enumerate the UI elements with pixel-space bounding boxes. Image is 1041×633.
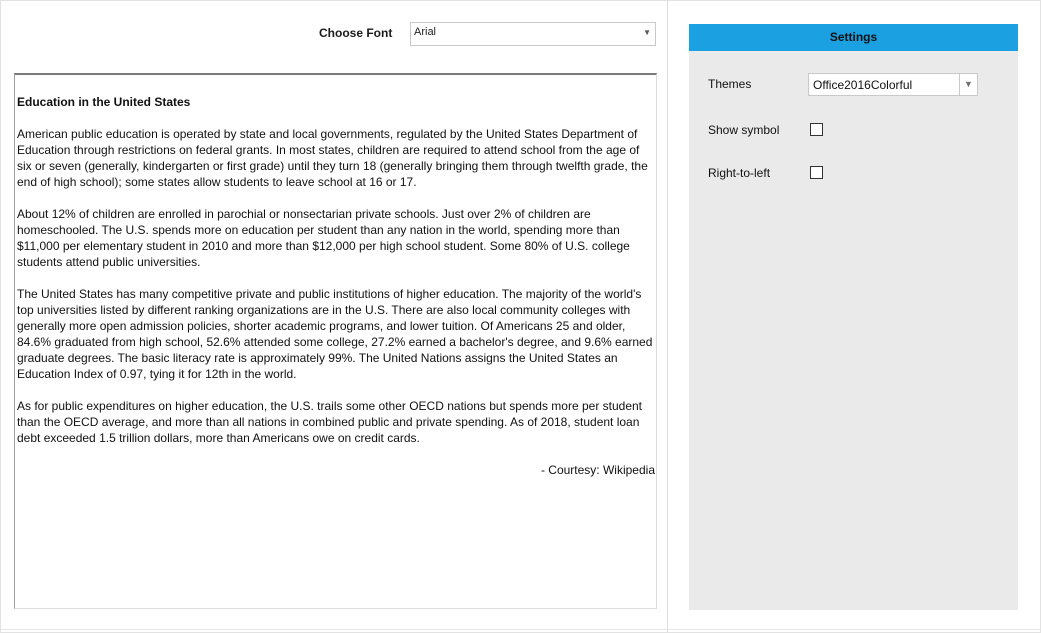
themes-label: Themes xyxy=(708,77,752,91)
document-title: Education in the United States xyxy=(17,95,191,109)
show-symbol-checkbox[interactable] xyxy=(810,123,823,136)
document-paragraph: The United States has many competitive p… xyxy=(17,287,653,381)
settings-header: Settings xyxy=(689,24,1018,51)
chevron-down-icon[interactable]: ▼ xyxy=(643,28,651,37)
themes-combobox-value: Office2016Colorful xyxy=(813,78,913,92)
rich-text-content: Education in the United States American … xyxy=(17,94,655,478)
right-to-left-label: Right-to-left xyxy=(708,166,771,180)
triangle-down-icon[interactable]: ▼ xyxy=(959,74,977,95)
pane-divider xyxy=(667,1,668,632)
show-symbol-label: Show symbol xyxy=(708,123,780,137)
bottom-border xyxy=(1,629,1040,630)
app-window: Choose Font Arial ▼ Education in the Uni… xyxy=(0,0,1041,633)
right-to-left-checkbox[interactable] xyxy=(810,166,823,179)
settings-panel: Settings Themes Office2016Colorful ▼ Sho… xyxy=(689,24,1018,610)
rich-text-box[interactable]: Education in the United States American … xyxy=(14,73,657,609)
font-combobox-value: Arial xyxy=(414,26,437,38)
document-paragraph: About 12% of children are enrolled in pa… xyxy=(17,207,630,269)
themes-combobox[interactable]: Office2016Colorful ▼ xyxy=(808,73,978,96)
document-paragraph: American public education is operated by… xyxy=(17,127,648,189)
document-paragraph: As for public expenditures on higher edu… xyxy=(17,399,643,445)
courtesy-text: - Courtesy: Wikipedia xyxy=(540,463,655,477)
font-combobox[interactable]: Arial ▼ xyxy=(410,22,656,46)
choose-font-label: Choose Font xyxy=(319,26,393,40)
